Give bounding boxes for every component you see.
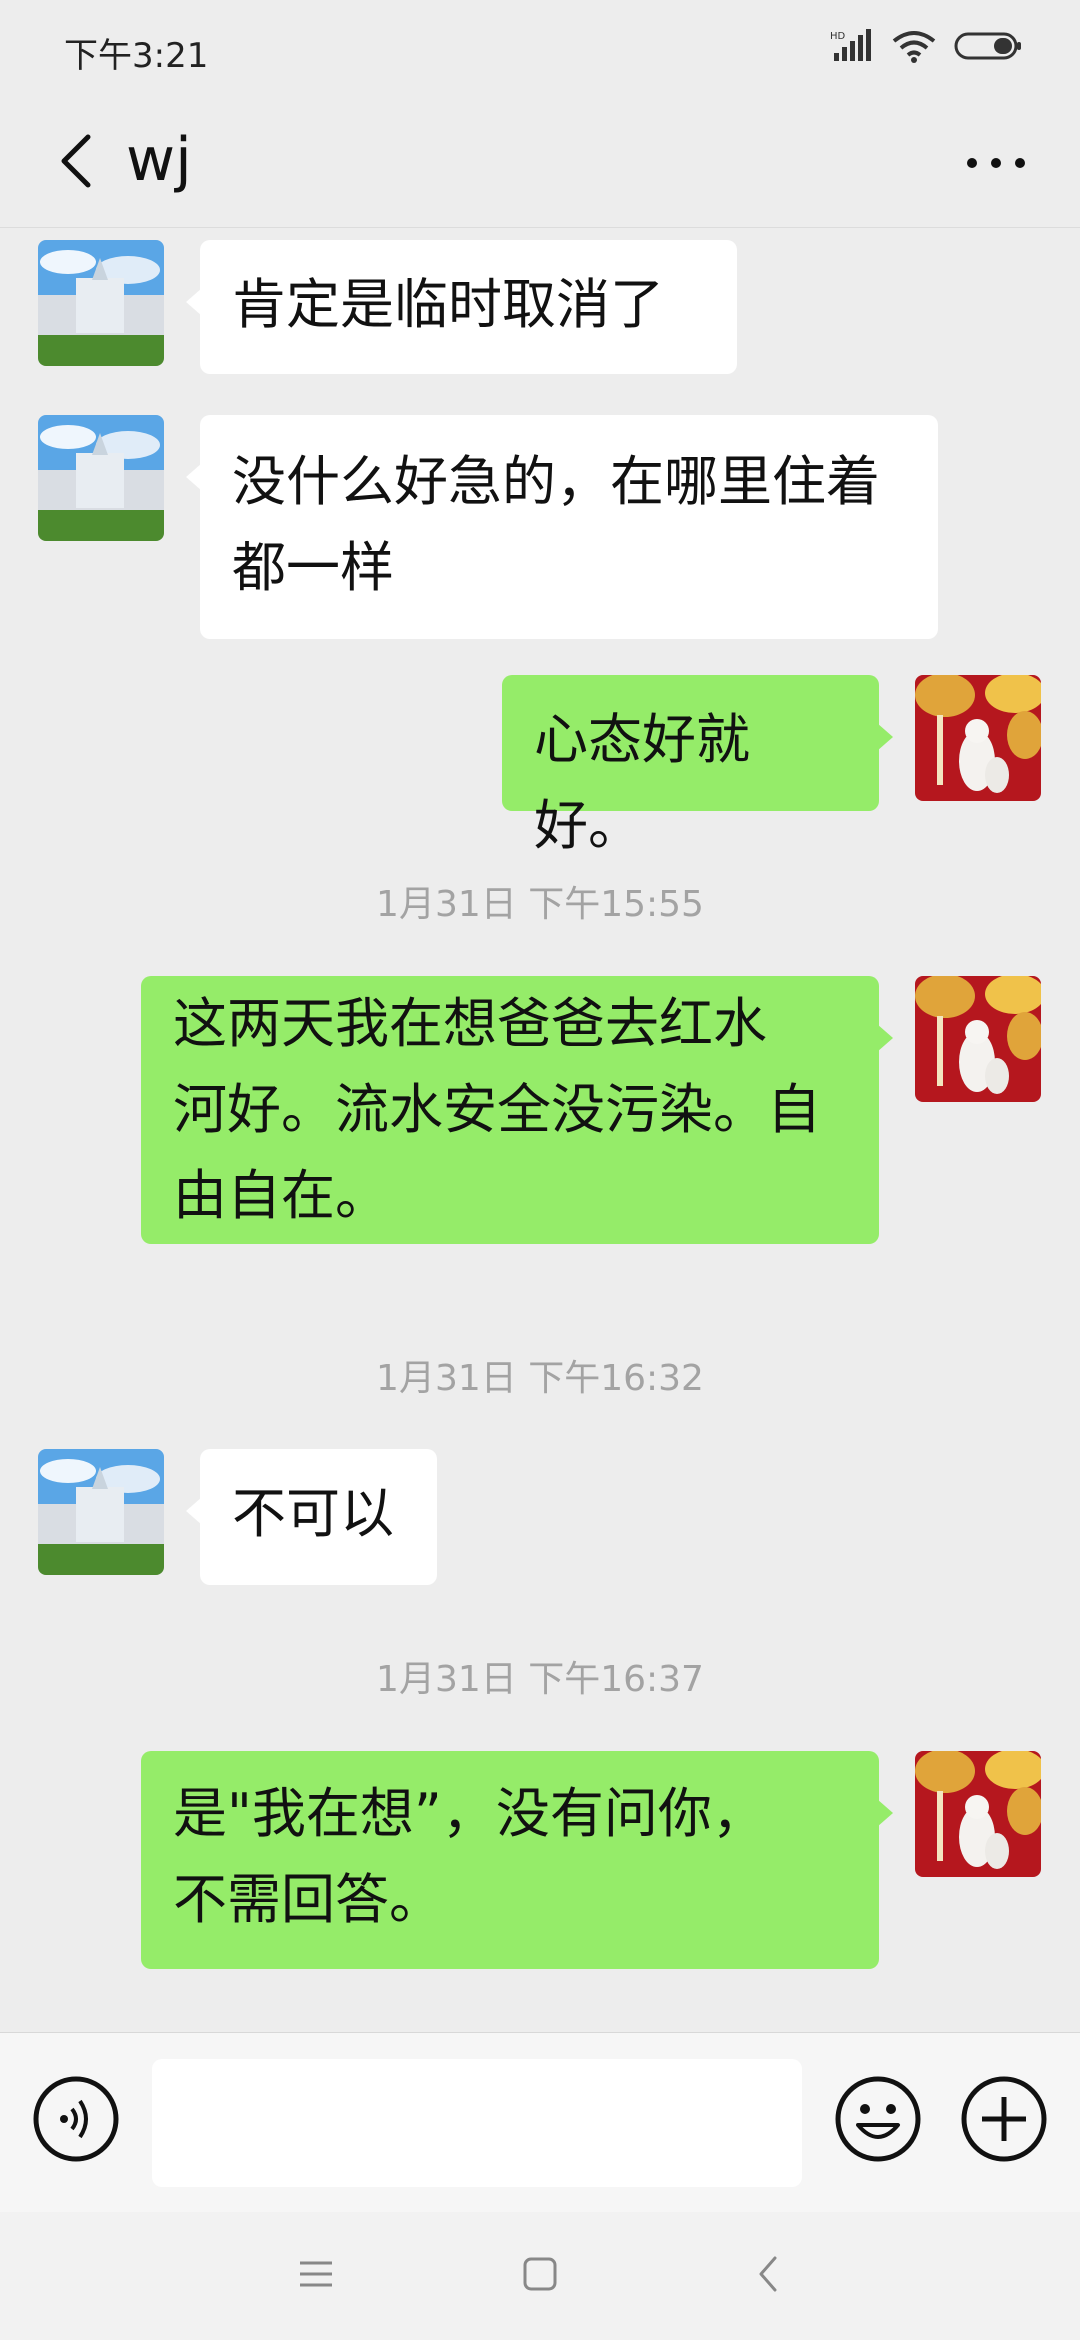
chat-header: wj (0, 98, 1080, 228)
message-bubble[interactable]: 心态好就好。 (502, 675, 893, 857)
message-text: 心态好就好。 (534, 708, 750, 857)
svg-text:HD: HD (830, 31, 846, 42)
message-timestamp: 1月31日 下午15:55 (376, 884, 704, 925)
incoming-message: 肯定是临时取消了 (0, 229, 1080, 374)
home-icon (520, 2254, 560, 2298)
outgoing-message: 心态好就好。 (0, 675, 1080, 857)
chat-title: wj (126, 125, 192, 195)
back-icon (753, 2254, 783, 2298)
nav-home-button[interactable] (500, 2236, 580, 2316)
chat-message-list[interactable]: 肯定是临时取消了 没什么好急的，在哪里住着 都一样 心态好就好。 1月31日 下… (0, 229, 1080, 2031)
menu-icon (296, 2257, 336, 2295)
message-text: 不可以 (232, 1482, 394, 1545)
nav-menu-button[interactable] (276, 2236, 356, 2316)
contact-avatar[interactable] (38, 415, 164, 541)
plus-icon (960, 2075, 1048, 2167)
message-text: 肯定是临时取消了 (232, 273, 664, 336)
message-text: 这两天我在想爸爸去红水 河好。流水安全没污染。自 由自在。 (173, 992, 821, 1227)
status-bar: 下午3:21 HD (0, 0, 1080, 98)
back-button[interactable] (36, 120, 116, 206)
status-icons: HD (830, 28, 1024, 68)
emoji-button[interactable] (834, 2075, 922, 2167)
contact-avatar[interactable] (38, 240, 164, 366)
message-bubble[interactable]: 没什么好急的，在哪里住着 都一样 (186, 415, 938, 639)
emoji-icon (834, 2075, 922, 2167)
incoming-message: 没什么好急的，在哪里住着 都一样 (0, 415, 1080, 639)
wifi-icon (892, 29, 936, 67)
incoming-message: 不可以 (0, 1449, 1080, 1589)
voice-input-icon (32, 2075, 120, 2167)
hd-signal-icon: HD (830, 29, 874, 67)
message-input-bar (0, 2032, 1080, 2212)
my-avatar[interactable] (915, 1751, 1041, 1877)
status-time: 下午3:21 (64, 36, 209, 76)
battery-icon (954, 29, 1024, 67)
message-text: 是"我在想”，没有问你， 不需回答。 (173, 1782, 766, 1931)
message-text: 没什么好急的，在哪里住着 都一样 (232, 450, 880, 599)
outgoing-message: 这两天我在想爸爸去红水 河好。流水安全没污染。自 由自在。 (0, 976, 1080, 1244)
message-bubble[interactable]: 是"我在想”，没有问你， 不需回答。 (141, 1751, 893, 1969)
voice-input-button[interactable] (32, 2075, 120, 2167)
back-arrow-icon (56, 131, 96, 195)
contact-avatar[interactable] (38, 1449, 164, 1575)
nav-back-button[interactable] (728, 2236, 808, 2316)
my-avatar[interactable] (915, 675, 1041, 801)
more-button[interactable] (948, 120, 1044, 206)
message-bubble[interactable]: 不可以 (186, 1449, 437, 1585)
message-timestamp: 1月31日 下午16:37 (376, 1659, 704, 1700)
outgoing-message: 是"我在想”，没有问你， 不需回答。 (0, 1751, 1080, 1971)
message-input[interactable] (152, 2059, 802, 2187)
more-dots-icon (966, 154, 1026, 173)
message-timestamp: 1月31日 下午16:32 (376, 1358, 704, 1399)
message-bubble[interactable]: 这两天我在想爸爸去红水 河好。流水安全没污染。自 由自在。 (141, 976, 893, 1244)
message-bubble[interactable]: 肯定是临时取消了 (186, 240, 737, 374)
more-functions-button[interactable] (960, 2075, 1048, 2167)
my-avatar[interactable] (915, 976, 1041, 1102)
system-nav-bar (0, 2212, 1080, 2340)
